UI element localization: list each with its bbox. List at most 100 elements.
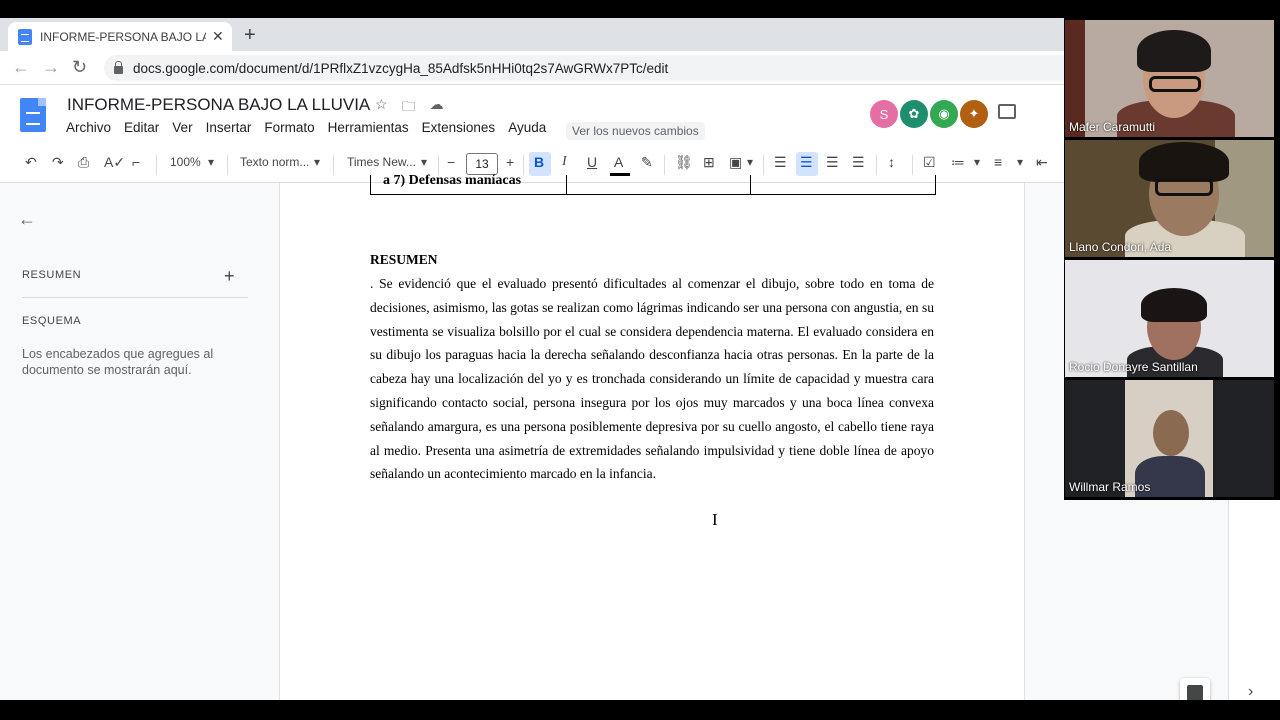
bold-icon[interactable]: B	[534, 154, 544, 170]
lock-icon	[114, 61, 123, 74]
participant-tile[interactable]: Rocio Donayre Santillan	[1065, 260, 1274, 377]
chevron-down-icon: ▾	[314, 155, 321, 169]
comment-history-icon[interactable]	[998, 104, 1016, 119]
menu-extensiones[interactable]: Extensiones	[422, 120, 496, 135]
menu-editar[interactable]: Editar	[124, 120, 159, 135]
insert-image-icon[interactable]: ▣	[729, 154, 742, 171]
chevron-down-icon: ▾	[208, 155, 215, 169]
paint-format-icon[interactable]: ⌐	[132, 154, 140, 170]
top-letterbox	[0, 0, 1280, 18]
font-size-input[interactable]: 13	[466, 153, 498, 175]
highlight-icon[interactable]: ✎	[641, 154, 653, 171]
decrease-font-size-icon[interactable]: −	[447, 154, 455, 170]
align-right-icon[interactable]: ☰	[826, 154, 839, 171]
document-title[interactable]: INFORME-PERSONA BAJO LA LLUVIA	[67, 95, 370, 115]
menu-ayuda[interactable]: Ayuda	[508, 120, 546, 135]
new-changes-button[interactable]: Ver los nuevos cambios	[566, 122, 705, 140]
cloud-status-icon[interactable]: ☁	[430, 96, 444, 120]
add-summary-icon[interactable]: +	[224, 266, 235, 287]
menu-insertar[interactable]: Insertar	[206, 120, 252, 135]
outline-label: ESQUEMA	[22, 315, 82, 327]
star-icon[interactable]: ☆	[375, 96, 388, 120]
line-spacing-icon[interactable]: ↕	[888, 154, 895, 170]
participant-face	[1153, 410, 1189, 456]
url-text: docs.google.com/document/d/1PRflxZ1vzcyg…	[133, 60, 669, 76]
close-tab-icon[interactable]: ✕	[212, 28, 224, 45]
italic-icon[interactable]: I	[562, 154, 567, 170]
back-icon[interactable]: ←	[12, 57, 30, 78]
glasses-shape	[1149, 76, 1201, 92]
new-tab-icon[interactable]: +	[244, 24, 256, 47]
docs-logo-icon[interactable]	[20, 98, 46, 132]
participant-tile[interactable]: Willmar Ramos	[1065, 380, 1274, 497]
title-icons: ☆ 🗀 ☁	[375, 96, 444, 120]
participant-hair	[1139, 142, 1229, 182]
toolbar-divider	[523, 155, 524, 175]
docs-favicon-icon	[18, 28, 32, 45]
decrease-indent-icon[interactable]: ⇤	[1036, 154, 1048, 171]
section-heading: RESUMEN	[370, 252, 438, 267]
collaborator-avatar[interactable]: S	[870, 100, 898, 128]
link-icon[interactable]: ⛓	[675, 154, 693, 171]
participant-tile[interactable]: Llano Condori, Ada	[1065, 140, 1274, 257]
bottom-letterbox	[0, 700, 1280, 720]
collaborator-avatar[interactable]: ✦	[960, 100, 988, 128]
numbered-list-icon[interactable]: ≡	[994, 154, 1002, 170]
move-folder-icon[interactable]: 🗀	[402, 96, 416, 120]
document-page[interactable]: a 7) Defensas maníacas RESUMEN . Se evid…	[279, 173, 1025, 700]
explore-icon[interactable]	[1180, 678, 1210, 700]
text-cursor-icon: I	[712, 510, 718, 529]
participant-name: Mafer Caramutti	[1069, 120, 1156, 134]
video-call-panel: Mafer Caramutti Llano Condori, Ada Rocio…	[1064, 18, 1280, 500]
zoom-select[interactable]: 100%	[170, 155, 201, 169]
collaborator-avatar[interactable]: ✿	[900, 100, 928, 128]
toolbar-divider	[763, 155, 764, 175]
redo-icon[interactable]: ↷	[52, 154, 64, 171]
print-icon[interactable]: ⎙	[78, 154, 89, 171]
table-cell-text: a 7) Defensas maníacas	[383, 173, 522, 188]
participant-name: Llano Condori, Ada	[1069, 240, 1172, 254]
toolbar-divider	[227, 155, 228, 175]
table-column-border	[566, 175, 567, 195]
participant-name: Rocio Donayre Santillan	[1069, 360, 1198, 374]
collaborator-avatars: S ✿ ◉ ✦	[870, 100, 988, 128]
summary-label: RESUMEN	[22, 269, 82, 281]
font-select[interactable]: Times New...	[347, 155, 416, 169]
undo-icon[interactable]: ↶	[25, 154, 37, 171]
underline-icon[interactable]: U	[587, 154, 597, 170]
close-outline-arrow-icon[interactable]: ←	[18, 209, 36, 230]
menu-bar: Archivo Editar Ver Insertar Formato Herr…	[66, 120, 559, 135]
browser-tab[interactable]: INFORME-PERSONA BAJO LA LLUVIA ✕	[8, 22, 232, 51]
participant-hair	[1137, 30, 1211, 72]
menu-ver[interactable]: Ver	[172, 120, 192, 135]
toolbar-divider	[438, 155, 439, 175]
paragraph-style-select[interactable]: Texto norm...	[240, 155, 309, 169]
tab-title: INFORME-PERSONA BAJO LA LLUVIA	[40, 29, 206, 44]
align-center-icon[interactable]: ☰	[800, 154, 813, 171]
justify-icon[interactable]: ☰	[852, 154, 865, 171]
table-column-border	[750, 175, 751, 195]
align-left-icon[interactable]: ☰	[774, 154, 787, 171]
add-comment-icon[interactable]: ⊞	[703, 154, 715, 171]
chevron-right-icon[interactable]: ›	[1248, 683, 1253, 700]
increase-font-size-icon[interactable]: +	[506, 154, 514, 170]
spellcheck-icon[interactable]: A✓	[104, 154, 125, 171]
toolbar-divider	[912, 155, 913, 175]
forward-icon[interactable]: →	[42, 57, 60, 78]
table-bottom-row: a 7) Defensas maníacas	[370, 173, 936, 195]
menu-archivo[interactable]: Archivo	[66, 120, 111, 135]
toolbar-divider	[664, 155, 665, 175]
menu-formato[interactable]: Formato	[264, 120, 314, 135]
text-color-icon[interactable]: A	[614, 154, 623, 170]
participant-tile[interactable]: Mafer Caramutti	[1065, 20, 1274, 137]
menu-herramientas[interactable]: Herramientas	[328, 120, 409, 135]
chevron-down-icon: ▾	[974, 155, 981, 169]
outline-panel: ← RESUMEN + ESQUEMA Los encabezados que …	[0, 183, 278, 700]
bulleted-list-icon[interactable]: ≔	[951, 154, 965, 171]
reload-icon[interactable]: ↻	[72, 57, 87, 78]
glasses-shape	[1155, 178, 1213, 196]
collaborator-avatar[interactable]: ◉	[930, 100, 958, 128]
chevron-down-icon: ▾	[1017, 155, 1024, 169]
participant-name: Willmar Ramos	[1069, 480, 1151, 494]
checklist-icon[interactable]: ☑	[923, 154, 936, 171]
